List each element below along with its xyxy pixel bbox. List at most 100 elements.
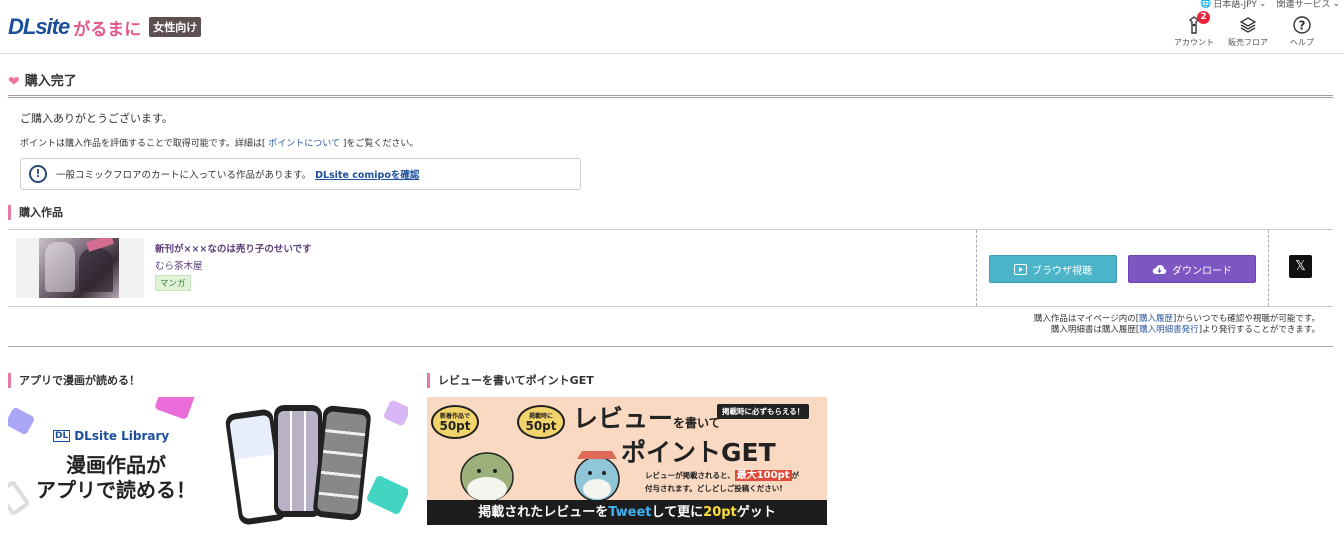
language-label: 日本語-JPY — [1213, 0, 1257, 10]
x-logo-icon: 𝕏 — [1295, 259, 1306, 274]
thanks-message: ご購入ありがとうございます。 — [20, 112, 173, 125]
review-section-title: レビューを書いてポイントGET — [427, 372, 594, 388]
review-big-1: レビュー — [573, 404, 674, 433]
purchased-title-text: 購入作品 — [19, 206, 63, 219]
site-header: DLsite がるまに 女性向け 🌐 日本語-JPY ⌄ 関連サービス ⌄ 2 … — [0, 0, 1344, 54]
language-selector[interactable]: 🌐 日本語-JPY ⌄ — [1200, 0, 1266, 10]
help-button[interactable]: ? ヘルプ — [1280, 15, 1324, 48]
help-line-1-pre: 購入作品はマイページ内の[ — [1033, 314, 1140, 324]
section-accent-bar — [427, 372, 430, 388]
logo-badge: 女性向け — [149, 17, 202, 37]
help-label: ヘルプ — [1290, 38, 1314, 47]
product-title-link[interactable]: 新刊が×××なのは売り子のせいです — [155, 241, 312, 255]
receipt-issue-link[interactable]: 購入明細書発行 — [1139, 325, 1199, 335]
bubble-1-big: 50pt — [439, 419, 471, 433]
browser-view-button[interactable]: ブラウザ視聴 — [989, 255, 1117, 283]
purchased-section-title: 購入作品 — [8, 204, 63, 220]
points-about-link[interactable]: ポイントについて — [268, 139, 340, 149]
sales-floor-button[interactable]: 販売フロア — [1226, 15, 1270, 48]
help-line-1: 購入作品はマイページ内の[購入履歴]からいつでも確認や視聴が可能です。 — [1034, 314, 1320, 325]
related-services-menu[interactable]: 関連サービス ⌄ — [1276, 0, 1340, 10]
help-line-1-post: ]からいつでも確認や視聴が可能です。 — [1173, 314, 1320, 324]
help-line-2-post: ]より発行することができます。 — [1198, 325, 1320, 335]
phone-mockup — [312, 404, 372, 522]
bottom-mid: して更に — [651, 505, 704, 520]
bottom-post: ゲット — [736, 505, 776, 520]
account-notification-badge: 2 — [1197, 11, 1210, 24]
header-icons: 2 アカウント 販売フロア ? ヘルプ — [1172, 11, 1324, 48]
bottom-pre: 掲載されたレビューを — [478, 505, 609, 520]
product-cover-image — [39, 238, 119, 298]
section-accent-bar — [8, 372, 11, 388]
account-button[interactable]: 2 アカウント — [1172, 11, 1216, 48]
download-button[interactable]: ダウンロード — [1128, 255, 1256, 283]
review-desc-red: 最大100pt — [734, 470, 792, 481]
globe-icon: 🌐 — [1200, 0, 1212, 9]
review-desc-2: 付与されます。どしどしご投稿ください! — [645, 484, 783, 493]
app-banner[interactable]: DL DLsite Library 漫画作品が アプリで読める！ — [8, 397, 408, 525]
decor-shape — [8, 479, 31, 517]
bottom-tweet: Tweet — [608, 505, 652, 520]
related-services-label: 関連サービス — [1276, 0, 1331, 10]
logo-girls-maniax: がるまに — [73, 19, 142, 40]
comipo-link[interactable]: DLsite comipoを確認 — [315, 167, 419, 181]
app-section-title-text: アプリで漫画が読める！ — [19, 374, 140, 387]
page-title-bar: ❤ 購入完了 — [8, 70, 1333, 98]
library-mini-icon: DL — [53, 430, 71, 442]
chevron-down-icon: ⌄ — [1332, 0, 1340, 9]
cart-notice: ! 一般コミックフロアのカートに入っている作品があります。 DLsite com… — [20, 158, 581, 190]
bubble-new-50pt: 新着作品で 50pt — [431, 405, 479, 439]
genre-tag: マンガ — [155, 275, 191, 291]
purchase-history-link[interactable]: 購入履歴 — [1139, 314, 1173, 324]
x-share-button[interactable]: 𝕏 — [1289, 255, 1312, 278]
purchase-table: 新刊が×××なのは売り子のせいです むら茶木屋 マンガ ブラウザ視聴 ダウンロー… — [8, 229, 1333, 307]
points-note: ポイントは購入作品を評価することで取得可能です。詳細は[ ポイントについて ]を… — [20, 136, 418, 149]
review-tag: 掲載時に必ずもらえる！ — [717, 404, 810, 419]
sales-floor-label: 販売フロア — [1228, 38, 1268, 47]
info-icon: ! — [29, 165, 47, 183]
section-accent-bar — [8, 204, 11, 220]
decor-shape — [154, 397, 196, 420]
download-label: ダウンロード — [1172, 265, 1232, 277]
site-logo[interactable]: DLsite がるまに 女性向け — [8, 14, 202, 40]
review-desc-post: が — [791, 471, 800, 480]
app-headline-2: アプリで読める！ — [36, 478, 196, 502]
page-title: 購入完了 — [24, 74, 77, 89]
decor-shape — [382, 399, 408, 427]
review-big-2: ポイントGET — [621, 438, 776, 467]
cloud-download-icon — [1152, 264, 1167, 274]
product-thumbnail[interactable] — [16, 238, 144, 298]
purchase-help-text: 購入作品はマイページ内の[購入履歴]からいつでも確認や視聴が可能です。 購入明細… — [1034, 314, 1320, 336]
review-desc-pre: レビューが掲載されると、 — [645, 471, 735, 480]
heart-icon: ❤ — [8, 73, 20, 90]
help-line-2-pre: 購入明細書は購入履歴[ — [1050, 325, 1140, 335]
decor-shape — [8, 406, 36, 436]
play-icon — [1014, 263, 1027, 275]
help-icon: ? — [1293, 16, 1311, 34]
decor-shape — [365, 474, 408, 516]
browser-view-label: ブラウザ視聴 — [1032, 265, 1092, 277]
review-bottom-strip: 掲載されたレビューをTweetして更に20ptゲット — [427, 500, 827, 525]
points-note-post: ]をご覧ください。 — [342, 139, 419, 149]
layers-icon — [1239, 17, 1257, 33]
review-description: レビューが掲載されると、 最大100pt が 付与されます。どしどしご投稿ください! — [645, 469, 799, 495]
review-big-1-small: を書いて — [673, 416, 721, 430]
points-note-pre: ポイントは購入作品を評価することで取得可能です。詳細は[ — [20, 139, 266, 149]
top-links: 🌐 日本語-JPY ⌄ 関連サービス ⌄ — [1200, 0, 1340, 10]
account-label: アカウント — [1174, 38, 1214, 47]
bubble-2-big: 50pt — [525, 419, 557, 433]
bottom-points: 20pt — [703, 505, 737, 520]
dlsite-library-logo: DL DLsite Library — [53, 429, 169, 443]
maker-link[interactable]: むら茶木屋 — [155, 258, 203, 272]
app-headline-1: 漫画作品が — [66, 453, 166, 477]
bubble-posted-50pt: 掲載時に 50pt — [517, 405, 565, 439]
review-banner[interactable]: 新着作品で 50pt 掲載時に 50pt レビューを書いて ポイントGET 掲載… — [427, 397, 827, 525]
library-brand: DLsite Library — [74, 429, 170, 443]
logo-dlsite: DLsite — [8, 14, 70, 39]
cart-notice-text: 一般コミックフロアのカートに入っている作品があります。 — [56, 170, 312, 181]
help-line-2: 購入明細書は購入履歴[購入明細書発行]より発行することができます。 — [1034, 325, 1320, 336]
app-headline: 漫画作品が アプリで読める！ — [36, 453, 196, 503]
section-divider — [8, 346, 1333, 347]
svg-text:?: ? — [1299, 19, 1306, 33]
chevron-down-icon: ⌄ — [1258, 0, 1267, 9]
